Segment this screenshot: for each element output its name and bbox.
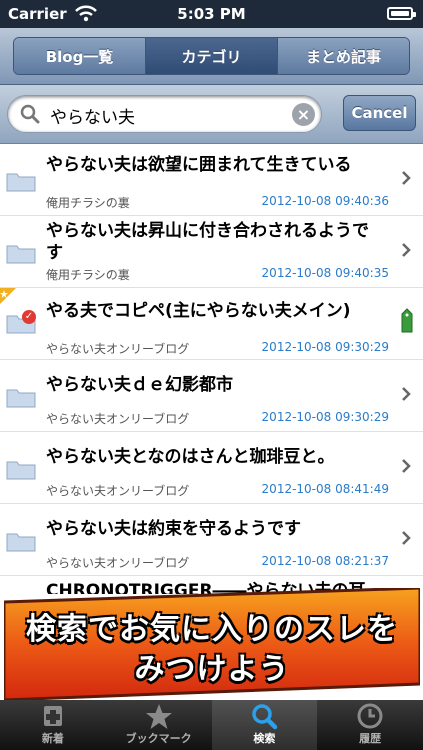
item-title: やらない夫ｄｅ幻影都市 [46, 375, 233, 395]
chevron-right-icon [402, 459, 411, 473]
tab-history[interactable]: 履歴 [317, 700, 423, 750]
banner-line-1: 検索でお気に入りのスレを [26, 612, 398, 647]
list-item[interactable]: ✓ やる夫でコピペ(主にやらない夫メイン) やらない夫オンリーブログ 2012-… [0, 288, 423, 360]
chevron-right-icon [402, 387, 411, 401]
clear-icon[interactable]: × [292, 103, 315, 126]
chevron-right-icon [402, 531, 411, 545]
folder-icon [6, 533, 36, 552]
item-source: 俺用チラシの裏 [46, 268, 130, 282]
item-source: やらない夫オンリーブログ [46, 556, 190, 570]
search-bar: × Cancel [0, 85, 423, 144]
item-date: 2012-10-08 08:41:49 [261, 482, 389, 496]
item-date: 2012-10-08 09:30:29 [261, 410, 389, 424]
tab-new-label: 新着 [41, 732, 64, 745]
tab-bookmark-label: ブックマーク [125, 732, 192, 745]
navigation-bar: Blog一覧 カテゴリ まとめ記事 [0, 28, 423, 85]
clock-icon [357, 703, 383, 729]
tab-bar: 新着 ブックマーク 検索 履歴 [0, 700, 423, 750]
star-icon [145, 704, 172, 729]
chevron-right-icon [402, 171, 411, 185]
list-item[interactable]: やらない夫ｄｅ幻影都市 やらない夫オンリーブログ 2012-10-08 09:3… [0, 360, 423, 432]
folder-icon [6, 389, 36, 408]
tab-bookmark[interactable]: ブックマーク [106, 700, 212, 750]
item-title: やらない夫となのはさんと珈琲豆と。 [46, 447, 335, 467]
search-icon [252, 704, 278, 730]
favorite-corner-icon [0, 288, 16, 304]
tab-search[interactable]: 検索 [211, 700, 318, 750]
checkmark-icon: ✓ [22, 310, 36, 324]
item-title: やらない夫は欲望に囲まれて生きている [46, 155, 352, 175]
item-source: やらない夫オンリーブログ [46, 484, 190, 498]
item-date: 2012-10-08 08:21:37 [261, 554, 389, 568]
tab-new[interactable]: 新着 [0, 700, 106, 750]
item-title: やらない夫は昇山に付き合わされるようです [46, 221, 369, 263]
item-title: やらない夫は約束を守るようです [46, 519, 301, 539]
status-bar: Carrier 5:03 PM [0, 0, 423, 28]
item-source: やらない夫オンリーブログ [46, 412, 190, 426]
folder-icon [6, 461, 36, 480]
search-input[interactable] [48, 101, 292, 129]
list-item[interactable]: やらない夫は昇山に付き合わされるようです 俺用チラシの裏 2012-10-08 … [0, 216, 423, 288]
tag-icon [401, 308, 413, 333]
list-item[interactable]: やらない夫となのはさんと珈琲豆と。 やらない夫オンリーブログ 2012-10-0… [0, 432, 423, 504]
chevron-right-icon [402, 243, 411, 257]
item-source: 俺用チラシの裏 [46, 196, 130, 210]
list-item[interactable]: やらない夫は約束を守るようです やらない夫オンリーブログ 2012-10-08 … [0, 504, 423, 576]
results-list: やらない夫は欲望に囲まれて生きている 俺用チラシの裏 2012-10-08 09… [0, 144, 423, 594]
segmented-control: Blog一覧 カテゴリ まとめ記事 [13, 37, 410, 75]
item-date: 2012-10-08 09:30:29 [261, 340, 389, 354]
segment-category[interactable]: カテゴリ [146, 38, 278, 74]
folder-icon [6, 245, 36, 264]
segment-blog-list[interactable]: Blog一覧 [14, 38, 146, 74]
item-title: やる夫でコピペ(主にやらない夫メイン) [46, 301, 351, 321]
search-field[interactable]: × [7, 95, 322, 133]
item-date: 2012-10-08 09:40:35 [261, 266, 389, 280]
promo-banner: 検索でお気に入りのスレを みつけよう [4, 588, 420, 700]
item-source: やらない夫オンリーブログ [46, 342, 190, 356]
list-item[interactable]: やらない夫は欲望に囲まれて生きている 俺用チラシの裏 2012-10-08 09… [0, 144, 423, 216]
folder-icon [6, 173, 36, 192]
tab-history-label: 履歴 [359, 732, 382, 745]
banner-line-2: みつけよう [134, 652, 290, 687]
tab-search-label: 検索 [253, 732, 276, 745]
status-time: 5:03 PM [177, 5, 246, 23]
battery-icon [387, 7, 416, 20]
search-icon [20, 104, 40, 124]
cancel-button[interactable]: Cancel [343, 95, 416, 131]
item-date: 2012-10-08 09:40:36 [261, 194, 389, 208]
segment-summary[interactable]: まとめ記事 [278, 38, 409, 74]
new-icon [43, 706, 62, 726]
